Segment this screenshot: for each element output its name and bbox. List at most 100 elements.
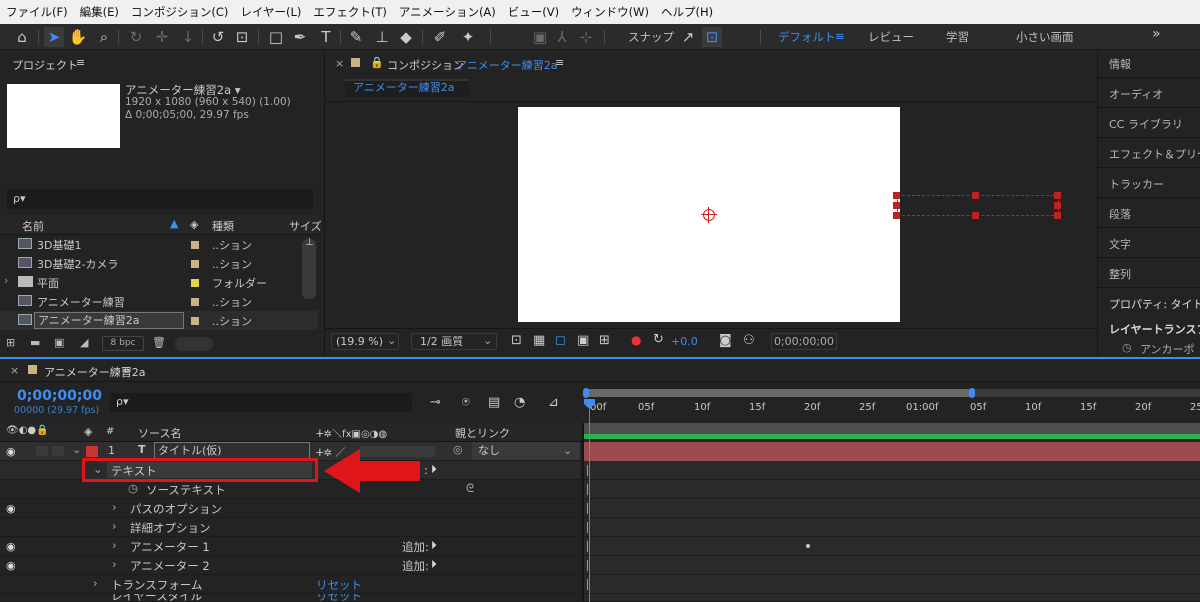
menu-effect[interactable]: エフェクト(T): [313, 4, 387, 20]
panel-info[interactable]: 情報: [1109, 56, 1131, 72]
time-ruler[interactable]: 00f 05f 10f 15f 20f 25f 01:00f 05f 10f 1…: [584, 399, 1200, 423]
stopwatch-icon[interactable]: ◷: [128, 481, 138, 495]
property-animator-1[interactable]: ◉ › アニメーター 1 追加: ⏵: [0, 537, 580, 556]
interpret-footage-icon[interactable]: ⊞: [6, 336, 15, 349]
menu-edit[interactable]: 編集(E): [80, 4, 119, 20]
layer-duration-bar[interactable]: [584, 442, 1200, 461]
transform-handle[interactable]: [893, 202, 900, 209]
list-scrollbar[interactable]: [302, 239, 316, 299]
property-group-text[interactable]: ⌄ テキスト : ⏵: [0, 458, 580, 482]
selection-tool-icon[interactable]: ➤: [44, 27, 64, 47]
panel-character[interactable]: 文字: [1109, 236, 1131, 252]
property-source-text[interactable]: ◷ ソーステキスト ᘓ: [0, 480, 580, 499]
panel-cc-libraries[interactable]: CC ライブラリ: [1109, 116, 1183, 132]
list-item-selected[interactable]: アニメーター練習2a ..ション: [0, 311, 318, 330]
composition-flowchart-icon[interactable]: ⊸: [430, 395, 441, 410]
grid-guides-icon[interactable]: ⊞: [599, 333, 610, 348]
panel-tracker[interactable]: トラッカー: [1109, 176, 1164, 192]
chevron-right-icon[interactable]: ›: [4, 274, 8, 287]
property-animator-2[interactable]: ◉ › アニメーター 2 追加: ⏵: [0, 556, 580, 575]
eye-icon[interactable]: ◉: [6, 502, 16, 515]
type-tool-icon[interactable]: T: [316, 27, 336, 47]
clone-stamp-tool-icon[interactable]: ⊥: [372, 27, 392, 47]
eye-icon[interactable]: ◉: [6, 540, 16, 553]
work-area-range[interactable]: [584, 389, 972, 397]
tab-composition[interactable]: アニメーター練習2a: [345, 79, 469, 97]
close-icon[interactable]: ×: [335, 57, 344, 70]
work-area-bar[interactable]: [583, 388, 1200, 398]
snap-target-icon[interactable]: ⊡: [702, 27, 722, 47]
workspace-menu-icon[interactable]: ≡: [835, 29, 845, 43]
label-tag-icon[interactable]: ◈: [190, 218, 198, 231]
text-layer-bounding-box[interactable]: [893, 192, 1061, 219]
more-workspaces-button[interactable]: »: [1152, 26, 1161, 42]
view-axis-icon[interactable]: ⊹: [576, 27, 596, 47]
list-item[interactable]: アニメーター練習 ..ション: [0, 292, 318, 311]
column-size[interactable]: サイズ: [289, 218, 322, 234]
brush-tool-icon[interactable]: ✎: [346, 27, 366, 47]
transform-handle[interactable]: [1054, 212, 1061, 219]
bit-depth-button[interactable]: 8 bpc: [102, 336, 144, 351]
comp-panel-name[interactable]: アニメーター練習2a: [456, 57, 558, 73]
menu-view[interactable]: ビュー(V): [508, 4, 559, 20]
pan-camera-icon[interactable]: ✛: [152, 27, 172, 47]
frame-blending-icon[interactable]: ▤: [488, 395, 500, 410]
column-parent-link[interactable]: 親とリンク: [455, 425, 510, 441]
snapshot-camera-icon[interactable]: ◙: [719, 333, 732, 348]
property-transform[interactable]: › トランスフォーム リセット: [0, 575, 580, 594]
workspace-review[interactable]: レビュー: [868, 29, 914, 45]
timeline-current-time[interactable]: 0;00;00;00: [17, 388, 102, 404]
column-name[interactable]: 名前: [22, 218, 44, 234]
workspace-default[interactable]: デフォルト: [778, 29, 836, 45]
chevron-down-icon[interactable]: ⌄: [72, 443, 81, 456]
world-axis-icon[interactable]: ⅄: [552, 27, 572, 47]
reset-link[interactable]: リセット: [316, 594, 362, 601]
play-circle-icon[interactable]: ⏵: [431, 538, 437, 553]
transform-handle[interactable]: [893, 212, 900, 219]
label-color[interactable]: [191, 298, 199, 306]
label-color[interactable]: [191, 279, 199, 287]
zoom-tool-icon[interactable]: ⌕: [94, 27, 114, 47]
eye-icon[interactable]: ◉: [6, 445, 16, 458]
orbit-camera-icon[interactable]: ↻: [126, 27, 146, 47]
play-circle-icon[interactable]: ⏵: [431, 557, 437, 572]
region-of-interest-icon[interactable]: ⊡: [511, 333, 522, 348]
channel-rgb-icon[interactable]: ●: [631, 333, 641, 347]
roto-brush-tool-icon[interactable]: ✐: [430, 27, 450, 47]
chevron-right-icon[interactable]: ›: [112, 519, 117, 533]
close-icon[interactable]: ×: [10, 364, 19, 377]
flowchart-icon[interactable]: ⊥: [305, 237, 314, 248]
panel-align[interactable]: 整列: [1109, 266, 1131, 282]
anchor-point-tool-icon[interactable]: ⊡: [232, 27, 252, 47]
current-time-indicator[interactable]: [589, 399, 590, 602]
snap-edge-icon[interactable]: ↗: [678, 27, 698, 47]
solo-switch[interactable]: [52, 446, 64, 456]
stopwatch-icon[interactable]: ◷: [1122, 341, 1132, 354]
3d-view-icon[interactable]: ▣: [577, 333, 589, 348]
graph-editor-icon[interactable]: ⊿: [548, 395, 559, 410]
workspace-learn[interactable]: 学習: [946, 29, 969, 45]
eraser-tool-icon[interactable]: ◆: [396, 27, 416, 47]
list-item[interactable]: 3D基礎1 ..ション: [0, 235, 318, 254]
label-color[interactable]: [191, 241, 199, 249]
chevron-right-icon[interactable]: ›: [93, 576, 98, 590]
show-snapshot-icon[interactable]: ⚇: [743, 333, 755, 348]
label-color[interactable]: [191, 317, 199, 325]
panel-paragraph[interactable]: 段落: [1109, 206, 1131, 222]
lock-icon[interactable]: 🔒: [370, 56, 384, 69]
rotation-tool-icon[interactable]: ↺: [208, 27, 228, 47]
add-menu-label[interactable]: 追加:: [402, 539, 429, 555]
label-tag-icon[interactable]: ◈: [84, 425, 92, 438]
home-icon[interactable]: ⌂: [12, 27, 32, 47]
menu-window[interactable]: ウィンドウ(W): [571, 4, 649, 20]
transform-handle[interactable]: [972, 212, 979, 219]
property-path-options[interactable]: ◉ › パスのオプション: [0, 499, 580, 518]
dolly-camera-icon[interactable]: ↓: [178, 27, 198, 47]
puppet-pin-tool-icon[interactable]: ✦: [458, 27, 478, 47]
motion-blur-icon[interactable]: ◔: [514, 395, 525, 410]
property-more-options[interactable]: › 詳細オプション: [0, 518, 580, 537]
menu-layer[interactable]: レイヤー(L): [240, 4, 301, 20]
menu-animation[interactable]: アニメーション(A): [399, 4, 496, 20]
play-circle-icon[interactable]: ⏵: [431, 462, 437, 477]
column-type[interactable]: 種類: [212, 218, 234, 234]
